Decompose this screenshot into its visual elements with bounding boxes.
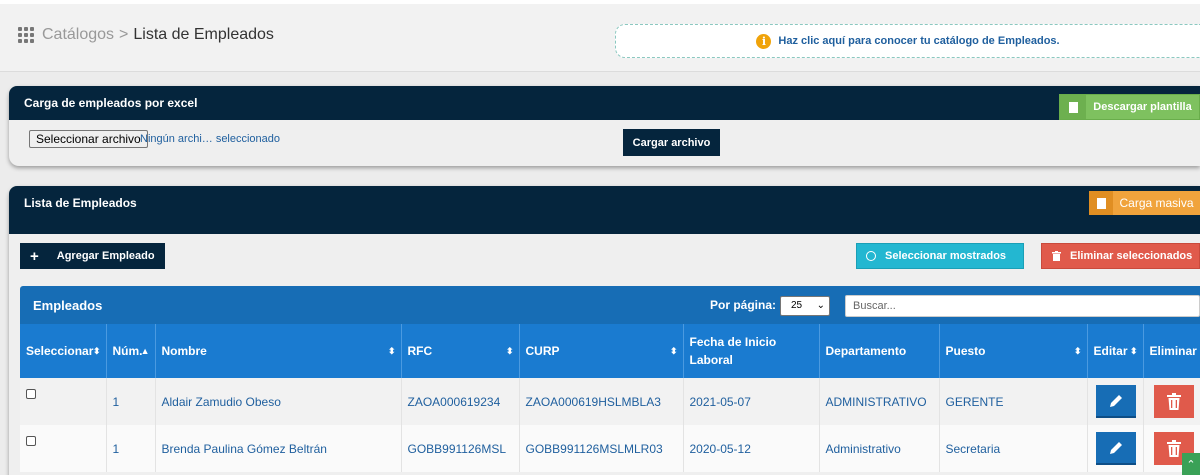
add-employee-label: Agregar Empleado — [56, 250, 155, 262]
plus-icon: + — [30, 247, 39, 265]
sort-asc-icon: ▲ — [140, 346, 150, 356]
list-card-header: Lista de Empleados Carga masiva — [9, 186, 1200, 234]
cell-position: Secretaria — [939, 425, 1088, 472]
col-header-delete[interactable]: Eliminar — [1143, 324, 1200, 378]
scroll-to-top-icon[interactable]: ⌃ — [1182, 453, 1200, 475]
search-input[interactable]: Buscar... — [845, 295, 1200, 317]
sort-icon: ⬍ — [92, 346, 101, 356]
chevron-down-icon: ⌄ — [816, 300, 825, 311]
check-circle-icon — [857, 251, 885, 261]
col-header-start-date[interactable]: Fecha de Inicio Laboral — [683, 324, 820, 378]
info-banner[interactable]: i Haz clic aquí para conocer tu catálogo… — [615, 24, 1200, 58]
top-bar: Catálogos > Lista de Empleados i Haz cli… — [0, 0, 1200, 72]
sort-icon: ⬍ — [669, 346, 678, 356]
sort-icon: ⬍ — [505, 346, 514, 356]
cell-num: 1 — [106, 378, 156, 425]
excel-card-header: Carga de empleados por excel — [9, 86, 1200, 120]
table-header-row: Seleccionar ⬍ Núm. ▲ Nombre ⬍ RFC ⬍ CURP ⬍ Fe… — [20, 324, 1200, 378]
col-header-edit[interactable]: Editar ⬍ — [1087, 324, 1144, 378]
cell-rfc: GOBB991126MSL — [401, 425, 520, 472]
bulk-upload-button[interactable]: Carga masiva — [1089, 191, 1200, 215]
add-employee-button[interactable]: + Agregar Empleado — [20, 243, 165, 269]
cell-position: GERENTE — [939, 378, 1088, 425]
trash-icon — [1166, 440, 1181, 457]
cell-name: Brenda Paulina Gómez Beltrán — [155, 425, 402, 472]
file-icon — [1089, 191, 1113, 215]
excel-upload-card: Carga de empleados por excel Descargar p… — [9, 86, 1200, 166]
cell-name: Aldair Zamudio Obeso — [155, 378, 402, 425]
breadcrumb-parent[interactable]: Catálogos — [42, 26, 114, 44]
trash-icon — [1042, 251, 1070, 261]
pencil-icon — [1109, 441, 1122, 454]
breadcrumb-separator: > — [119, 26, 129, 43]
cell-curp: ZAOA000619HSLMBLA3 — [519, 378, 684, 425]
cell-department: ADMINISTRATIVO — [819, 378, 940, 425]
row-checkbox-cell — [20, 378, 107, 425]
cell-edit — [1087, 425, 1144, 472]
col-header-select[interactable]: Seleccionar ⬍ — [20, 324, 107, 378]
per-page-label: Por página: — [710, 298, 777, 312]
bulk-upload-label: Carga masiva — [1119, 196, 1194, 210]
choose-file-button[interactable]: Seleccionar archivo — [29, 130, 148, 148]
employee-list-card: Lista de Empleados Carga masiva + Agrega… — [9, 186, 1200, 475]
row-checkbox[interactable] — [26, 388, 36, 399]
breadcrumb: Catálogos > Lista de Empleados — [18, 26, 274, 44]
download-template-button[interactable]: Descargar plantilla — [1059, 94, 1200, 120]
sort-icon: ⬍ — [1073, 346, 1082, 356]
trash-icon — [1166, 393, 1181, 410]
row-checkbox-cell — [20, 425, 107, 472]
download-template-label: Descargar plantilla — [1093, 101, 1192, 113]
employees-table: Seleccionar ⬍ Núm. ▲ Nombre ⬍ RFC ⬍ CURP ⬍ Fe… — [20, 324, 1200, 472]
cell-edit — [1087, 378, 1144, 425]
col-header-curp[interactable]: CURP ⬍ — [519, 324, 684, 378]
col-header-num[interactable]: Núm. ▲ — [106, 324, 156, 378]
cell-num: 1 — [106, 425, 156, 472]
sort-icon: ⬍ — [387, 346, 396, 356]
select-shown-label: Seleccionar mostrados — [885, 250, 1007, 262]
upload-file-label: Cargar archivo — [632, 136, 711, 149]
cell-curp: GOBB991126MSLMLR03 — [519, 425, 684, 472]
table-toolbar: Empleados Por página: 25 ⌄ Buscar... — [20, 286, 1200, 324]
cell-start-date: 2020-05-12 — [683, 425, 820, 472]
cell-department: Administrativo — [819, 425, 940, 472]
delete-selected-button[interactable]: Eliminar seleccionados — [1041, 243, 1200, 269]
info-icon: i — [756, 33, 772, 49]
sort-icon: ⬍ — [1129, 346, 1138, 356]
info-banner-text[interactable]: Haz clic aquí para conocer tu catálogo d… — [778, 35, 1059, 47]
page-title: Lista de Empleados — [133, 26, 274, 43]
apps-grid-icon[interactable] — [18, 27, 34, 43]
col-header-rfc[interactable]: RFC ⬍ — [401, 324, 520, 378]
list-card-title: Lista de Empleados — [24, 196, 137, 210]
upload-file-button[interactable]: Cargar archivo — [623, 129, 720, 156]
cell-start-date: 2021-05-07 — [683, 378, 820, 425]
table-row: 1 Brenda Paulina Gómez Beltrán GOBB99112… — [20, 425, 1200, 472]
col-header-position[interactable]: Puesto ⬍ — [939, 324, 1088, 378]
table-title: Empleados — [33, 298, 103, 313]
select-shown-button[interactable]: Seleccionar mostrados — [856, 243, 1024, 269]
col-header-name[interactable]: Nombre ⬍ — [155, 324, 402, 378]
edit-button[interactable] — [1095, 385, 1136, 418]
edit-button[interactable] — [1095, 432, 1136, 465]
per-page-value: 25 — [791, 300, 803, 311]
delete-selected-label: Eliminar seleccionados — [1070, 250, 1193, 262]
file-excel-icon — [1060, 95, 1086, 119]
excel-card-title: Carga de empleados por excel — [24, 96, 198, 110]
table-row: 1 Aldair Zamudio Obeso ZAOA000619234 ZAO… — [20, 378, 1200, 425]
pencil-icon — [1109, 394, 1122, 407]
row-checkbox[interactable] — [26, 435, 36, 446]
file-status-text: Ningún archi… seleccionado — [140, 133, 281, 145]
col-header-department[interactable]: Departamento — [819, 324, 940, 378]
delete-button[interactable] — [1153, 385, 1194, 418]
per-page-select[interactable]: 25 ⌄ — [780, 296, 830, 316]
cell-rfc: ZAOA000619234 — [401, 378, 520, 425]
cell-delete — [1143, 378, 1200, 425]
